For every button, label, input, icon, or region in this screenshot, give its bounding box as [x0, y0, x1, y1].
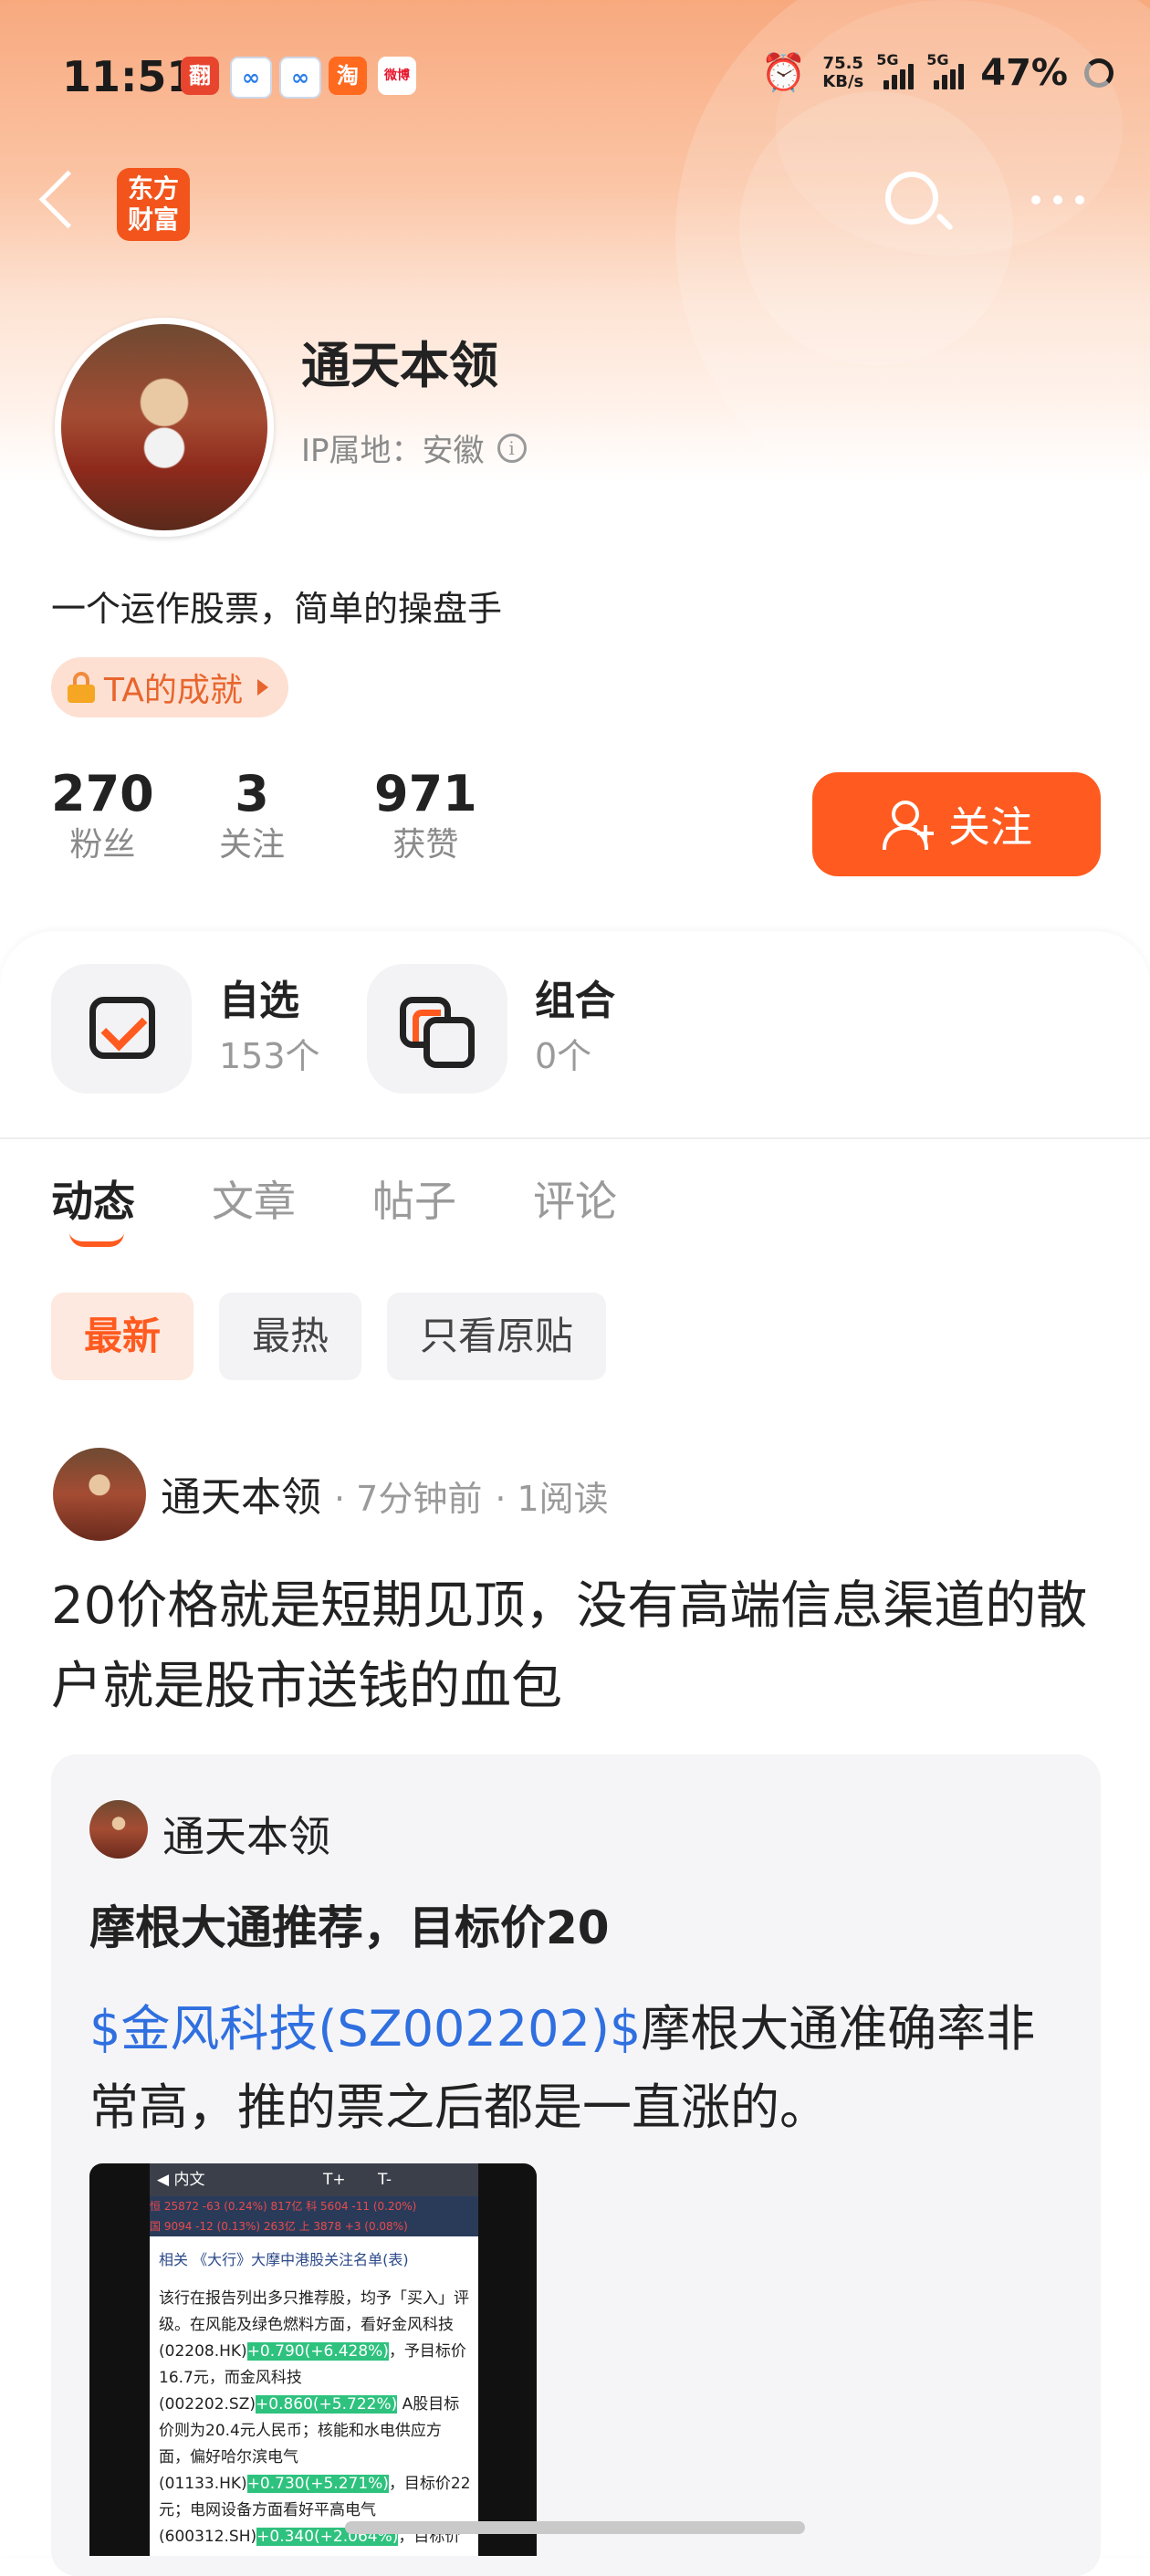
tab-posts[interactable]: 帖子	[372, 1168, 456, 1229]
post-meta: 通天本领 · 7分钟前 · 1阅读	[161, 1464, 609, 1523]
divider	[0, 1137, 1150, 1139]
taobao-app-icon: 淘	[329, 57, 367, 95]
weibo-app-icon: 微博	[378, 57, 416, 95]
post-time: · 7分钟前	[334, 1479, 483, 1519]
post-author-avatar[interactable]	[53, 1448, 146, 1541]
post-reads: · 1阅读	[495, 1479, 609, 1519]
status-time: 11:51	[62, 52, 196, 101]
status-indicators: ⏰ 75.5 KB/s 5G 5G 47%	[760, 51, 1113, 94]
avatar[interactable]	[55, 318, 274, 537]
net-speed: 75.5 KB/s	[822, 53, 864, 91]
portfolio-entry[interactable]: 组合 0个	[367, 964, 615, 1094]
signal-icon: 5G	[876, 51, 915, 89]
watchlist-entry[interactable]: 自选 153个	[51, 964, 320, 1094]
image-toolbar: ◀ 内文 T+ T-	[150, 2163, 478, 2196]
post-text[interactable]: 20价格就是短期见顶，没有高端信息渠道的散户就是股市送钱的血包	[51, 1566, 1110, 1727]
post-author-name[interactable]: 通天本领	[161, 1464, 321, 1523]
home-indicator[interactable]	[345, 2521, 805, 2534]
stat-followers[interactable]: 270 粉丝	[51, 765, 154, 867]
profile-name: 通天本领	[301, 337, 498, 394]
eastmoney-logo: 东方 财富	[117, 168, 190, 241]
quoted-author-name: 通天本领	[162, 1812, 330, 1861]
battery-icon	[1084, 58, 1113, 88]
profile-tabs: 动态 文章 帖子 评论	[51, 1168, 617, 1247]
more-icon[interactable]	[1031, 195, 1084, 204]
stat-likes[interactable]: 971 获赞	[374, 765, 477, 867]
filter-hottest[interactable]: 最热	[219, 1293, 362, 1380]
portfolio-icon	[367, 964, 507, 1094]
image-related-line: 相关 《大行》大摩中港股关注名单(表)	[159, 2251, 409, 2268]
quoted-post-title: 摩根大通推荐，目标价20	[89, 1901, 610, 1954]
follow-button[interactable]: 关注	[812, 772, 1101, 876]
filter-latest[interactable]: 最新	[51, 1293, 194, 1380]
tab-comments[interactable]: 评论	[533, 1168, 617, 1229]
profile-bio: 一个运作股票，简单的操盘手	[51, 589, 503, 629]
tab-activity[interactable]: 动态	[51, 1168, 135, 1247]
signal-icon-2: 5G	[926, 51, 965, 89]
battery-percent: 47%	[980, 51, 1068, 94]
ip-location: IP属地：安徽 i	[301, 425, 527, 470]
alarm-icon: ⏰	[760, 52, 807, 94]
user-plus-icon	[881, 799, 934, 850]
fan-app-icon: 翻	[181, 57, 219, 95]
tab-articles[interactable]: 文章	[212, 1168, 296, 1229]
achievement-badge[interactable]: TA的成就	[51, 657, 288, 717]
lock-icon	[68, 672, 95, 703]
filter-original-only[interactable]: 只看原贴	[387, 1293, 607, 1380]
stock-link[interactable]: $金风科技(SZ002202)$	[89, 2000, 641, 2058]
link-app-icon: ∞	[230, 57, 272, 99]
search-icon[interactable]	[885, 172, 938, 225]
checkbox-icon	[51, 964, 192, 1094]
quoted-author-avatar	[89, 1800, 148, 1859]
post-image-thumbnail[interactable]: ◀ 内文 T+ T- 恒 25872 -63 (0.24%) 817亿 科 56…	[89, 2163, 537, 2556]
arrow-right-icon	[256, 679, 268, 696]
filter-chips: 最新 最热 只看原贴	[51, 1293, 607, 1380]
image-ticker: 恒 25872 -63 (0.24%) 817亿 科 5604 -11 (0.2…	[150, 2196, 478, 2236]
info-icon[interactable]: i	[497, 433, 527, 463]
stat-following[interactable]: 3 关注	[219, 765, 285, 867]
quoted-post-body: $金风科技(SZ002202)$摩根大通准确率非常高，推的票之后都是一直涨的。	[89, 2000, 1036, 2136]
image-article-text: 该行在报告列出多只推荐股，均予「买入」评级。在风能及绿色燃料方面，看好金风科技(…	[159, 2289, 471, 2546]
link-app-icon-2: ∞	[279, 57, 321, 99]
